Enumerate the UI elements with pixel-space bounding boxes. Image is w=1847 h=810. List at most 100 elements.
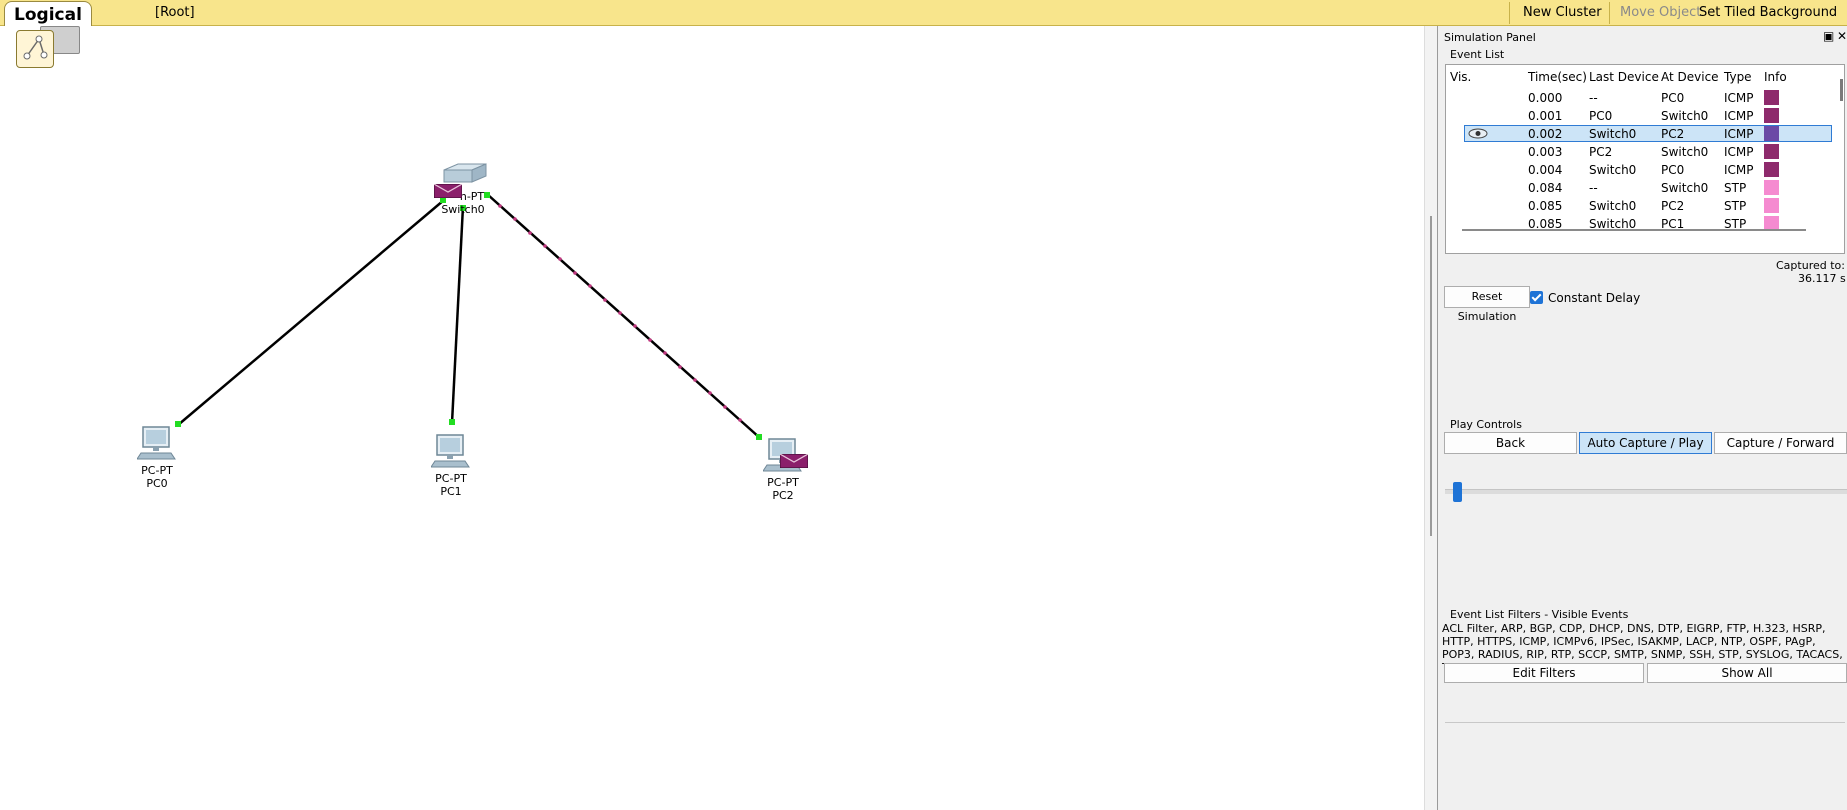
device-name-label: PC0 — [146, 477, 168, 490]
event-at-device: PC0 — [1661, 163, 1685, 177]
event-type: ICMP — [1724, 163, 1754, 177]
capture-forward-button[interactable]: Capture / Forward — [1714, 432, 1847, 454]
tab-logical[interactable]: Logical — [4, 1, 92, 26]
device-pc2[interactable]: PC-PT PC2 — [748, 436, 818, 502]
event-list-table[interactable]: Vis. Time(sec) Last Device At Device Typ… — [1445, 64, 1845, 254]
play-speed-slider-thumb[interactable] — [1453, 482, 1462, 502]
links-layer — [175, 192, 762, 440]
pdu-envelope-icon[interactable] — [433, 183, 463, 199]
column-header-last-device[interactable]: Last Device — [1589, 70, 1659, 84]
device-pc0[interactable]: PC-PT PC0 — [122, 424, 192, 490]
event-last-device: Switch0 — [1589, 199, 1637, 213]
restore-icon[interactable]: ▣ — [1823, 29, 1834, 43]
logical-navigation-icon[interactable] — [16, 30, 54, 68]
event-type: ICMP — [1724, 91, 1754, 105]
pc-icon — [431, 434, 470, 468]
event-info-color-button[interactable] — [1764, 144, 1779, 159]
event-info-color-button[interactable] — [1764, 108, 1779, 123]
event-at-device: PC2 — [1661, 127, 1685, 141]
device-name-label: PC1 — [440, 485, 462, 498]
event-row-selected[interactable]: 0.002 Switch0 PC2 ICMP — [1446, 125, 1832, 143]
event-info-color-button[interactable] — [1764, 126, 1779, 141]
event-list-horizontal-scrollbar[interactable] — [1462, 229, 1806, 231]
column-header-type[interactable]: Type — [1724, 70, 1752, 84]
link-switch0-pc2 — [486, 193, 761, 439]
event-list-vertical-scrollbar[interactable] — [1840, 79, 1843, 101]
reset-simulation-button[interactable]: Reset Simulation — [1444, 286, 1530, 323]
back-button[interactable]: Back — [1444, 432, 1577, 454]
event-type: ICMP — [1724, 109, 1754, 123]
panel-divider — [1445, 722, 1845, 723]
column-header-vis[interactable]: Vis. — [1450, 70, 1471, 84]
edit-filters-button[interactable]: Edit Filters — [1444, 663, 1644, 683]
captured-to-label: Captured to: — [1776, 259, 1845, 272]
eye-icon[interactable] — [1468, 128, 1488, 139]
event-time: 0.085 — [1528, 199, 1563, 213]
event-at-device: Switch0 — [1661, 109, 1709, 123]
event-type: STP — [1724, 181, 1747, 195]
device-model-label: PC-PT — [141, 464, 173, 477]
event-filters-label: Event List Filters - Visible Events — [1450, 608, 1629, 621]
show-all-button[interactable]: Show All — [1647, 663, 1847, 683]
constant-delay-checkbox[interactable] — [1530, 291, 1543, 304]
event-row[interactable]: 0.084 -- Switch0 STP — [1446, 179, 1831, 197]
event-row[interactable]: 0.001 PC0 Switch0 ICMP — [1446, 107, 1831, 125]
event-type: STP — [1724, 199, 1747, 213]
set-tiled-background-button[interactable]: Set Tiled Background — [1699, 5, 1837, 20]
device-model-label: PC-PT — [767, 476, 799, 489]
event-time: 0.000 — [1528, 91, 1563, 105]
canvas-vertical-scrollbar[interactable] — [1424, 26, 1438, 810]
play-speed-slider[interactable] — [1445, 489, 1847, 494]
event-info-color-button[interactable] — [1764, 198, 1779, 213]
event-time: 0.001 — [1528, 109, 1563, 123]
workspace-toolbar: Logical [Root] New Cluster Move Object S… — [0, 0, 1847, 26]
scrollbar-thumb[interactable] — [1430, 216, 1432, 536]
toolbar-divider — [1609, 2, 1610, 24]
toolbar-divider — [1509, 2, 1510, 24]
event-time: 0.004 — [1528, 163, 1563, 177]
link-switch0-pc0 — [177, 199, 445, 426]
panel-title: Simulation Panel — [1444, 31, 1536, 44]
event-row[interactable]: 0.085 Switch0 PC2 STP — [1446, 197, 1831, 215]
event-info-color-button[interactable] — [1764, 180, 1779, 195]
port-light-pc1 — [449, 419, 455, 425]
event-at-device: PC2 — [1661, 199, 1685, 213]
event-info-color-button[interactable] — [1764, 162, 1779, 177]
close-icon[interactable]: ✕ — [1837, 29, 1847, 43]
event-type: ICMP — [1724, 127, 1754, 141]
event-time: 0.002 — [1528, 127, 1563, 141]
new-cluster-button[interactable]: New Cluster — [1523, 5, 1602, 20]
event-last-device: -- — [1589, 91, 1598, 105]
event-type: ICMP — [1724, 145, 1754, 159]
event-at-device: Switch0 — [1661, 145, 1709, 159]
move-object-button[interactable]: Move Object — [1620, 5, 1701, 20]
event-row[interactable]: 0.004 Switch0 PC0 ICMP — [1446, 161, 1831, 179]
pc-icon — [137, 426, 176, 460]
play-controls-label: Play Controls — [1450, 418, 1522, 431]
captured-to-value: 36.117 s — [1798, 272, 1846, 285]
event-info-color-button[interactable] — [1764, 90, 1779, 105]
device-pc1[interactable]: PC-PT PC1 — [416, 432, 486, 498]
constant-delay-label: Constant Delay — [1548, 291, 1641, 305]
column-header-time[interactable]: Time(sec) — [1528, 70, 1587, 84]
breadcrumb-root[interactable]: [Root] — [155, 5, 195, 20]
logical-workspace-canvas[interactable]: h-PT Switch0 PC-PT PC0 PC-PT PC1 PC-PT P… — [0, 26, 1437, 810]
event-last-device: PC0 — [1589, 109, 1613, 123]
event-time: 0.003 — [1528, 145, 1563, 159]
event-row[interactable]: 0.000 -- PC0 ICMP — [1446, 89, 1831, 107]
device-name-label: Switch0 — [441, 203, 485, 216]
link-switch0-pc1 — [450, 205, 465, 424]
event-list-label: Event List — [1450, 48, 1505, 61]
pdu-envelope-icon[interactable] — [779, 453, 809, 469]
device-name-label: PC2 — [772, 489, 794, 502]
column-header-info[interactable]: Info — [1764, 70, 1787, 84]
event-last-device: -- — [1589, 181, 1598, 195]
event-last-device: Switch0 — [1589, 163, 1637, 177]
column-header-at-device[interactable]: At Device — [1661, 70, 1719, 84]
event-row[interactable]: 0.003 PC2 Switch0 ICMP — [1446, 143, 1831, 161]
event-at-device: PC0 — [1661, 91, 1685, 105]
device-model-label: PC-PT — [435, 472, 467, 485]
simulation-panel: Simulation Panel ▣ ✕ Event List Vis. Tim… — [1437, 26, 1847, 810]
event-last-device: Switch0 — [1589, 127, 1637, 141]
auto-capture-play-button[interactable]: Auto Capture / Play — [1579, 432, 1712, 454]
